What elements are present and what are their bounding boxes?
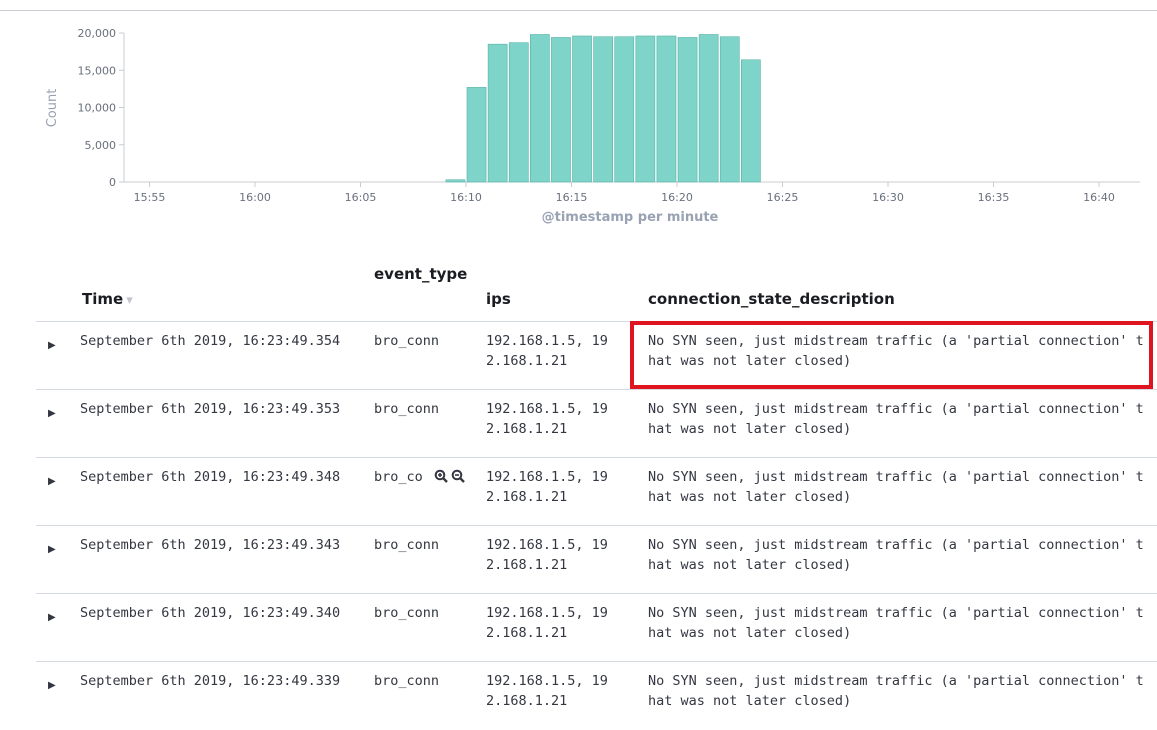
cell-connection-state-description: No SYN seen, just midstream traffic (a '… — [648, 673, 1144, 709]
expand-row-icon[interactable]: ▶ — [48, 340, 56, 351]
column-header-event-type[interactable]: event_type — [374, 265, 467, 283]
x-tick-label: 16:00 — [239, 191, 271, 204]
histogram-bar[interactable] — [593, 36, 613, 183]
cell-ips: 192.168.1.5, 192.168.1.21 — [486, 673, 608, 709]
cell-event-type: bro_conn — [374, 603, 439, 623]
cell-event-type: bro_conn — [374, 331, 439, 351]
histogram-bar[interactable] — [719, 36, 740, 183]
table-row[interactable]: ▶ September 6th 2019, 16:23:49.339 bro_c… — [36, 661, 1157, 730]
x-tick-label: 16:15 — [556, 191, 588, 204]
y-tick-label: 5,000 — [85, 139, 117, 152]
cell-ips: 192.168.1.5, 192.168.1.21 — [486, 469, 608, 505]
y-tick-label: 10,000 — [78, 102, 117, 115]
x-tick-label: 16:35 — [978, 191, 1010, 204]
cell-time: September 6th 2019, 16:23:49.354 — [80, 333, 341, 349]
cell-ips: 192.168.1.5, 192.168.1.21 — [486, 605, 608, 641]
histogram-bar[interactable] — [508, 42, 529, 183]
histogram-bar[interactable] — [445, 179, 466, 183]
column-header-time[interactable]: Time ▾ — [82, 290, 133, 308]
sort-icon[interactable]: ▾ — [126, 293, 133, 308]
cell-ips: 192.168.1.5, 192.168.1.21 — [486, 401, 608, 437]
column-header-connection-state-description[interactable]: connection_state_description — [648, 290, 895, 308]
expand-row-icon[interactable]: ▶ — [48, 544, 56, 555]
histogram-bar[interactable] — [487, 43, 508, 183]
cell-time: September 6th 2019, 16:23:49.348 — [80, 469, 341, 485]
cell-ips: 192.168.1.5, 192.168.1.21 — [486, 333, 608, 369]
histogram-bar[interactable] — [572, 35, 592, 183]
table-row[interactable]: ▶ September 6th 2019, 16:23:49.343 bro_c… — [36, 525, 1157, 594]
cell-time: September 6th 2019, 16:23:49.343 — [80, 537, 341, 553]
table-row[interactable]: ▶ September 6th 2019, 16:23:49.340 bro_c… — [36, 593, 1157, 662]
y-tick-label: 15,000 — [78, 64, 117, 77]
x-tick-label: 16:05 — [345, 191, 377, 204]
histogram-chart: 0 5,000 10,000 15,000 20,000 15:55 16:00 16:05… — [45, 27, 1140, 225]
cell-time: September 6th 2019, 16:23:49.353 — [80, 401, 341, 417]
cell-event-type-value: bro_conn — [374, 333, 440, 349]
cell-event-type-value: bro_conn — [374, 605, 440, 621]
y-tick-label: 20,000 — [78, 27, 117, 40]
x-tick-label: 16:40 — [1083, 191, 1115, 204]
x-tick-label: 16:30 — [872, 191, 904, 204]
cell-connection-state-description: No SYN seen, just midstream traffic (a '… — [648, 401, 1144, 437]
filter-out-value-icon[interactable] — [451, 469, 465, 483]
highlight-box — [630, 321, 1153, 389]
expand-row-icon[interactable]: ▶ — [48, 680, 56, 691]
table-row[interactable]: ▶ September 6th 2019, 16:23:49.353 bro_c… — [36, 389, 1157, 458]
cell-time: September 6th 2019, 16:23:49.340 — [80, 605, 341, 621]
cell-event-type: bro_co — [374, 467, 465, 487]
bar-series[interactable] — [445, 34, 761, 183]
x-axis: 15:55 16:00 16:05 16:10 16:15 16:20 16:25 16:30… — [124, 181, 1140, 204]
cell-event-type-value: bro_conn — [374, 537, 440, 553]
expand-row-icon[interactable]: ▶ — [48, 408, 56, 419]
cell-event-type-value: bro_conn — [374, 401, 440, 417]
cell-event-type: bro_conn — [374, 399, 439, 419]
y-axis-label: Count — [45, 89, 60, 128]
histogram-bar[interactable] — [677, 37, 698, 183]
cell-time: September 6th 2019, 16:23:49.339 — [80, 673, 341, 689]
histogram-bar[interactable] — [529, 34, 550, 183]
column-header-time-label: Time — [82, 290, 124, 308]
cell-connection-state-description: No SYN seen, just midstream traffic (a '… — [648, 537, 1144, 573]
histogram-bar[interactable] — [656, 35, 677, 183]
cell-ips: 192.168.1.5, 192.168.1.21 — [486, 537, 608, 573]
x-tick-label: 16:25 — [767, 191, 799, 204]
table-row[interactable]: ▶ September 6th 2019, 16:23:49.348 bro_c… — [36, 457, 1157, 526]
x-tick-label: 15:55 — [134, 191, 166, 204]
cell-event-type-value: bro_conn — [374, 673, 440, 689]
cell-event-type: bro_conn — [374, 671, 439, 691]
expand-row-icon[interactable]: ▶ — [48, 612, 56, 623]
cell-connection-state-description: No SYN seen, just midstream traffic (a '… — [648, 605, 1144, 641]
column-header-ips[interactable]: ips — [486, 290, 511, 308]
histogram-bar[interactable] — [466, 87, 487, 183]
expand-row-icon[interactable]: ▶ — [48, 476, 56, 487]
histogram-bar[interactable] — [698, 34, 719, 183]
x-tick-label: 16:10 — [450, 191, 482, 204]
x-tick-label: 16:20 — [661, 191, 693, 204]
cell-event-type: bro_conn — [374, 535, 439, 555]
y-axis: 0 5,000 10,000 15,000 20,000 — [78, 27, 125, 189]
filter-for-value-icon[interactable] — [434, 469, 448, 483]
y-tick-label: 0 — [109, 176, 116, 189]
histogram-bar[interactable] — [635, 35, 656, 183]
x-axis-label: @timestamp per minute — [542, 210, 719, 225]
cell-event-type-value: bro_co — [374, 469, 423, 485]
histogram-bar[interactable] — [551, 37, 571, 183]
histogram-bar[interactable] — [614, 36, 635, 183]
cell-connection-state-description: No SYN seen, just midstream traffic (a '… — [648, 469, 1144, 505]
histogram-bar[interactable] — [740, 59, 761, 183]
